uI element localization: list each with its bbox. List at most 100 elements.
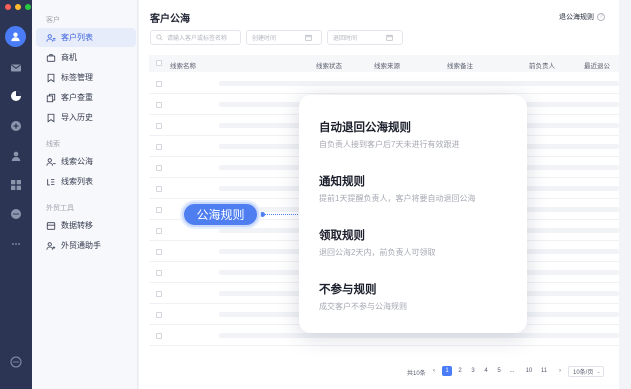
sidebar-item-label: 外贸通助手 [61, 241, 101, 250]
close-window-button[interactable] [5, 4, 11, 10]
icon-rail [0, 0, 32, 389]
mail-icon[interactable] [8, 60, 24, 76]
column-header[interactable]: 线索状态 [316, 60, 342, 70]
sidebar-item-tag-management[interactable]: 标签管理 [36, 68, 136, 87]
row-checkbox[interactable] [156, 123, 162, 129]
column-header[interactable]: 线索名称 [170, 60, 196, 70]
rule-title: 不参与规则 [319, 284, 377, 296]
select-all-checkbox[interactable] [156, 60, 162, 66]
row-checkbox[interactable] [156, 270, 162, 276]
row-checkbox[interactable] [156, 165, 162, 171]
page-button-3[interactable]: 3 [468, 366, 478, 376]
prev-page-button[interactable]: ‹ [429, 366, 439, 376]
returned-time-placeholder: 退回时间 [333, 36, 358, 42]
created-time-picker[interactable]: 创建时间 [246, 30, 322, 45]
row-checkbox[interactable] [156, 186, 162, 192]
connector-dot [260, 212, 265, 217]
search-input[interactable]: 请输入客户或标签名称 [150, 30, 241, 45]
chart-icon[interactable] [8, 88, 24, 104]
window-controls [5, 4, 31, 10]
minimize-window-button[interactable] [15, 4, 21, 10]
row-placeholder [219, 333, 619, 338]
contacts-icon[interactable] [8, 148, 24, 164]
sidebar-item-duplicate-check[interactable]: 客户查重 [36, 88, 136, 107]
sidebar: 客户 客户列表 商机 标签管理 客户查重 导入历史 线索 线索公海 线索列表 外… [32, 0, 138, 389]
row-checkbox[interactable] [156, 312, 162, 318]
bookmark-icon [47, 113, 55, 123]
app-window: 客户 客户列表 商机 标签管理 客户查重 导入历史 线索 线索公海 线索列表 外… [0, 0, 631, 389]
scrollbar[interactable] [622, 0, 631, 389]
return-rules-label: 退公海规则 [559, 14, 594, 21]
more-icon[interactable] [8, 236, 24, 252]
rule-description: 自负责人接到客户后7天未进行有效跟进 [319, 140, 460, 149]
row-checkbox[interactable] [156, 228, 162, 234]
message-icon[interactable] [8, 206, 24, 222]
sidebar-item-lead-pool[interactable]: 线索公海 [36, 152, 136, 171]
sidebar-item-label: 标签管理 [61, 73, 93, 82]
users-icon [46, 33, 56, 42]
search-icon [156, 34, 163, 41]
page-button-11[interactable]: 11 [539, 366, 549, 376]
row-checkbox[interactable] [156, 333, 162, 339]
assistant-icon [46, 241, 56, 250]
calendar-icon [305, 34, 312, 41]
sidebar-item-label: 数据转移 [61, 221, 93, 230]
sidebar-item-label: 客户列表 [61, 33, 93, 42]
search-placeholder: 请输入客户或标签名称 [167, 36, 228, 42]
rule-description: 成交客户不参与公海规则 [319, 302, 407, 311]
sidebar-item-label: 导入历史 [61, 113, 93, 122]
column-header[interactable]: 线索来源 [374, 60, 400, 70]
maximize-window-button[interactable] [25, 4, 31, 10]
sea-rules-badge: 公海规则 [182, 202, 259, 227]
user-icon [11, 32, 20, 42]
grid-icon[interactable] [8, 177, 24, 193]
page-ellipsis[interactable]: ... [507, 366, 517, 376]
sidebar-item-label: 客户查重 [61, 93, 93, 102]
chevron-down-icon: ⌄ [596, 368, 601, 375]
returned-time-picker[interactable]: 退回时间 [327, 30, 403, 45]
briefcase-icon [46, 53, 56, 62]
next-page-button[interactable]: › [555, 366, 565, 376]
chat-icon[interactable] [8, 118, 24, 134]
rule-title: 领取规则 [319, 230, 365, 242]
rule-title: 自动退回公海规则 [319, 122, 411, 134]
column-header[interactable]: 最近退公 [584, 60, 610, 70]
table-row[interactable] [149, 74, 619, 94]
column-header[interactable]: 线索备注 [447, 60, 473, 70]
page-button-1[interactable]: 1 [442, 366, 452, 376]
avatar[interactable] [5, 26, 26, 47]
pagination-total: 共10条 [407, 370, 426, 377]
row-checkbox[interactable] [156, 81, 162, 87]
page-button-5[interactable]: 5 [494, 366, 504, 376]
page-button-10[interactable]: 10 [524, 366, 534, 376]
page-title: 客户公海 [150, 14, 190, 25]
row-checkbox[interactable] [156, 249, 162, 255]
user-pool-icon [46, 157, 56, 166]
sidebar-item-opportunity[interactable]: 商机 [36, 48, 136, 67]
page-button-4[interactable]: 4 [481, 366, 491, 376]
page-size-select[interactable]: 10条/页 ⌄ [568, 366, 604, 377]
sidebar-section-tools: 外贸工具 [46, 205, 74, 212]
sidebar-item-data-transfer[interactable]: 数据转移 [36, 216, 136, 235]
copy-icon [46, 93, 56, 102]
help-circle-icon[interactable]: ? [597, 13, 605, 21]
help-icon[interactable] [8, 354, 24, 370]
row-checkbox[interactable] [156, 291, 162, 297]
sidebar-item-trade-assistant[interactable]: 外贸通助手 [36, 236, 136, 255]
page-size-value: 10条/页 [573, 370, 594, 376]
return-rules-link[interactable]: 退公海规则 ? [559, 12, 605, 22]
row-checkbox[interactable] [156, 144, 162, 150]
page-button-2[interactable]: 2 [455, 366, 465, 376]
rule-description: 提前1天提醒负责人，客户将要自动退回公海 [319, 194, 476, 203]
sidebar-item-customer-list[interactable]: 客户列表 [36, 28, 136, 47]
rule-description: 退回公海2天内，前负责人可领取 [319, 248, 436, 257]
column-header[interactable]: 前负责人 [529, 60, 555, 70]
transfer-icon [46, 221, 56, 230]
calendar-icon [386, 34, 393, 41]
sidebar-item-import-history[interactable]: 导入历史 [36, 108, 136, 127]
row-checkbox[interactable] [156, 207, 162, 213]
rules-card: 自动退回公海规则 自负责人接到客户后7天未进行有效跟进 通知规则 提前1天提醒负… [299, 95, 527, 333]
list-icon [47, 178, 55, 185]
row-checkbox[interactable] [156, 102, 162, 108]
sidebar-item-lead-list[interactable]: 线索列表 [36, 172, 136, 191]
